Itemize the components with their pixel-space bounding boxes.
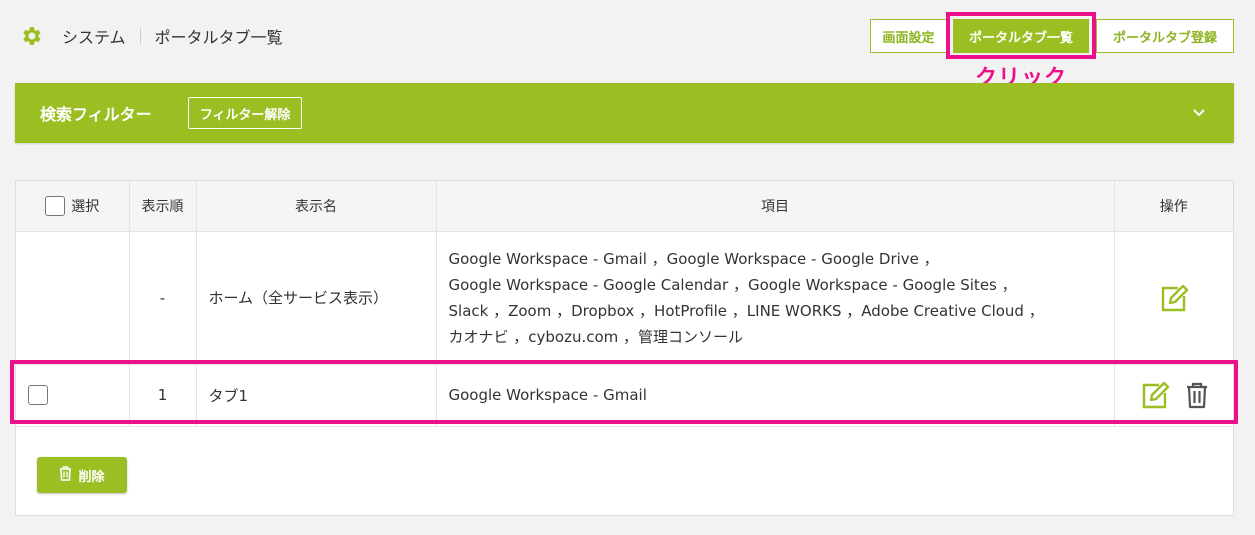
trash-icon[interactable] — [1185, 381, 1209, 409]
items-cell: Google Workspace - Gmail — [436, 364, 1115, 427]
screen-settings-button[interactable]: 画面設定 — [870, 19, 947, 53]
column-header-actions: 操作 — [1114, 181, 1233, 232]
gear-icon — [18, 23, 44, 49]
breadcrumb: システム ポータルタブ一覧 — [18, 22, 283, 50]
table-row: - ホーム（全サービス表示） Google Workspace - Gmail … — [16, 231, 1233, 365]
breadcrumb-system[interactable]: システム — [62, 24, 126, 48]
table-row: 1 タブ1 Google Workspace - Gmail — [16, 364, 1233, 427]
items-cell: Google Workspace - Gmail ，Google Workspa… — [436, 231, 1115, 365]
row-checkbox[interactable] — [28, 385, 48, 405]
select-cell — [16, 364, 130, 427]
column-header-select-label: 選択 — [71, 198, 100, 215]
column-header-order: 表示順 — [129, 181, 197, 232]
order-cell: - — [129, 231, 197, 365]
edit-icon[interactable] — [1158, 283, 1190, 313]
column-header-name: 表示名 — [196, 181, 437, 232]
actions-cell — [1114, 364, 1233, 427]
delete-button-label: 削除 — [78, 469, 105, 485]
page-title: ポータルタブ一覧 — [154, 28, 283, 47]
portal-tab-table-card: 選択 表示順 表示名 項目 操作 - ホーム（全サービス表示） Google W… — [15, 180, 1234, 516]
actions-cell — [1114, 231, 1233, 365]
items-line: Google Workspace - Gmail ，Google Workspa… — [448, 249, 939, 268]
edit-icon[interactable] — [1139, 380, 1171, 410]
portal-tab-table: 選択 表示順 表示名 項目 操作 - ホーム（全サービス表示） Google W… — [16, 181, 1233, 427]
chevron-down-icon[interactable] — [1190, 103, 1208, 125]
trash-icon — [59, 465, 72, 485]
name-cell: タブ1 — [196, 364, 437, 427]
items-line: Slack ，Zoom ，Dropbox ，HotProfile ，LINE W… — [448, 301, 1044, 320]
select-all-checkbox[interactable] — [45, 195, 66, 216]
portal-tab-register-button[interactable]: ポータルタブ登録 — [1096, 19, 1234, 53]
portal-tab-list-button[interactable]: ポータルタブ一覧 — [953, 19, 1089, 53]
items-line: Google Workspace - Google Calendar ，Goog… — [448, 275, 1017, 294]
filter-title: 検索フィルター — [40, 105, 152, 124]
order-cell: 1 — [129, 364, 197, 427]
name-cell: ホーム（全サービス表示） — [196, 231, 437, 365]
column-header-select: 選択 — [16, 181, 130, 232]
select-cell — [16, 231, 130, 365]
delete-button[interactable]: 削除 — [37, 457, 127, 493]
filter-clear-button[interactable]: フィルター解除 — [187, 97, 303, 129]
column-header-items: 項目 — [436, 181, 1115, 232]
breadcrumb-separator — [139, 28, 141, 44]
items-line: カオナビ ，cybozu.com ，管理コンソール — [448, 327, 744, 346]
search-filter-bar[interactable]: 検索フィルター フィルター解除 — [15, 83, 1234, 143]
